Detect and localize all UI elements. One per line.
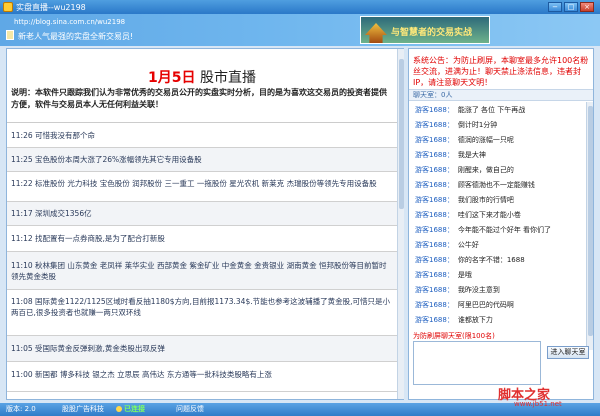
chat-message: 游客1688： 公牛好	[415, 239, 479, 251]
notice-label: 系统公告：	[413, 56, 453, 65]
chat-user[interactable]: 游客1688：	[415, 211, 454, 219]
chat-text: 是哦	[457, 271, 472, 279]
chat-text: 德润的涨幅一只呢	[457, 136, 514, 144]
live-broadcast-panel: 1月5日 股市直播 说明：本软件只跟踪我们认为非常优秀的交易员公开的实盘实时分析…	[6, 48, 404, 400]
chat-message: 游客1688： 谁都放下力	[415, 314, 493, 326]
banner-slogan: 新老人气最强的实盘全新交易员!	[18, 32, 134, 41]
chat-text: 公牛好	[457, 241, 479, 249]
chat-user[interactable]: 游客1688：	[415, 166, 454, 174]
connection-status: 已连接	[116, 403, 145, 416]
chat-message: 游客1688： 能涨了 各位 下午再战	[415, 104, 525, 116]
chat-message: 游客1688： 我昨没主意到	[415, 284, 500, 296]
close-button[interactable]: ×	[580, 2, 594, 12]
chat-message: 游客1688： 阿里巴巴的代码啊	[415, 299, 514, 311]
feed-scrollbar[interactable]	[397, 49, 404, 399]
chat-user[interactable]: 游客1688：	[415, 151, 454, 159]
chat-message: 游客1688： 顾客德渤也不一定能赚钱	[415, 179, 535, 191]
list-item: 11:10 秋林集团 山东黄金 老凤祥 莱华实业 西部黄金 紫金矿业 中金黄金 …	[7, 252, 397, 290]
online-text: 已连接	[124, 405, 145, 413]
chat-message: 游客1688： 哇们这下来才能小卷	[415, 209, 521, 221]
chat-text: 我们股市的行情吧	[457, 196, 514, 204]
enter-chat-button[interactable]: 进入聊天室	[547, 346, 589, 359]
avatar	[6, 30, 14, 40]
window-title: 实盘直播--wu2198	[16, 3, 86, 12]
chat-user[interactable]: 游客1688：	[415, 256, 454, 264]
chat-user[interactable]: 游客1688：	[415, 136, 454, 144]
chat-user[interactable]: 游客1688：	[415, 121, 454, 129]
app-icon	[3, 2, 13, 12]
chat-message: 游客1688： 我们股市的行情吧	[415, 194, 514, 206]
chat-text: 今年能不能过个好年 看你们了	[457, 226, 552, 234]
list-item: 11:00 新国都 博多科技 银之杰 立思辰 高伟达 东方通等一批科技类股略有上…	[7, 362, 397, 392]
broadcast-name: 股市直播	[199, 70, 256, 86]
chat-input[interactable]	[413, 341, 541, 385]
chat-message: 游客1688： 刚醒来，做自己的	[415, 164, 514, 176]
system-notice: 系统公告：为防止刷屏，本聊室最多允许100名粉丝交流，进满为止！聊天禁止涤法信息…	[413, 55, 591, 88]
chat-message: 游客1688： 倒计时1分钟	[415, 119, 497, 131]
chat-text: 刚醒来，做自己的	[457, 166, 514, 174]
pagoda-icon	[365, 23, 387, 43]
header-banner: http://blog.sina.com.cn/wu2198 新老人气最强的实盘…	[0, 14, 600, 46]
chat-message-list[interactable]: 游客1688： 能涨了 各位 下午再战 游客1688： 倒计时1分钟 游客1688：…	[409, 102, 585, 352]
sponsor-link[interactable]: 股股广告科技	[62, 403, 104, 416]
chat-scrollbar[interactable]	[586, 102, 593, 350]
promo-text: 与智慧者的交易实战	[391, 28, 473, 38]
chat-message: 游客1688： 我是大神	[415, 149, 486, 161]
chat-panel: 系统公告：为防止刷屏，本聊室最多允许100名粉丝交流，进满为止！聊天禁止涤法信息…	[408, 48, 594, 400]
version-text: 版本: 2.0	[6, 405, 36, 413]
list-item: 11:05 受国际黄金反弹刺激,黄金类股出现反弹	[7, 336, 397, 362]
chat-user[interactable]: 游客1688：	[415, 316, 454, 324]
minimize-button[interactable]: −	[548, 2, 562, 12]
scrollbar-thumb[interactable]	[588, 106, 593, 336]
chat-user[interactable]: 游客1688：	[415, 241, 454, 249]
chat-text: 你的名字不错：1688	[457, 256, 525, 264]
list-item: 11:22 标准股份 光力科技 宝色股份 润邦股份 三一重工 一拖股份 星光农机…	[7, 172, 397, 202]
chat-message: 游客1688： 你的名字不错：1688	[415, 254, 525, 266]
chat-text: 哇们这下来才能小卷	[457, 211, 521, 219]
promo-banner[interactable]: 与智慧者的交易实战	[360, 16, 490, 44]
chat-user[interactable]: 游客1688：	[415, 301, 454, 309]
chat-text: 谁都放下力	[457, 316, 493, 324]
list-item: 11:12 找配置有一点券商股,是为了配合打新股	[7, 226, 397, 252]
title-bar: 实盘直播--wu2198 − □ ×	[0, 0, 600, 14]
list-item: 11:25 宝色股份本周大涨了26%涨幅领先其它专用设备股	[7, 148, 397, 172]
list-item: 11:26 可惜我没有那个命	[7, 124, 397, 148]
watermark-url: www.jb51.net	[514, 400, 562, 408]
chat-text: 倒计时1分钟	[457, 121, 498, 129]
broadcast-date: 1月5日	[148, 70, 196, 86]
chat-text: 阿里巴巴的代码啊	[457, 301, 514, 309]
page-title: 1月5日 股市直播	[7, 67, 397, 87]
blog-url[interactable]: http://blog.sina.com.cn/wu2198	[14, 18, 125, 26]
disclaimer-text: 说明：本软件只跟踪我们认为非常优秀的交易员公开的实盘实时分析，目的是为喜欢这交易…	[11, 88, 387, 109]
maximize-button[interactable]: □	[564, 2, 578, 12]
status-dot-icon	[116, 406, 122, 412]
chat-input-label: 为防刷屏聊天室(限100名)	[413, 332, 495, 340]
chat-message: 游客1688： 今年能不能过个好年 看你们了	[415, 224, 551, 236]
chat-user[interactable]: 游客1688：	[415, 106, 454, 114]
chat-user[interactable]: 游客1688：	[415, 196, 454, 204]
chat-text: 顾客德渤也不一定能赚钱	[457, 181, 535, 189]
list-item: 11:08 国际黄金1122/1125区域时看反抽1180$方向,目前报1173…	[7, 290, 397, 336]
broadcast-header: 1月5日 股市直播 说明：本软件只跟踪我们认为非常优秀的交易员公开的实盘实时分析…	[7, 49, 397, 123]
chat-room-header: 聊天室：0人	[409, 89, 593, 101]
chat-user[interactable]: 游客1688：	[415, 286, 454, 294]
scrollbar-thumb[interactable]	[399, 59, 404, 209]
chat-text: 我昨没主意到	[457, 286, 500, 294]
broadcast-feed[interactable]: 11:26 可惜我没有那个命 11:25 宝色股份本周大涨了26%涨幅领先其它专…	[7, 124, 397, 399]
chat-text: 我是大神	[457, 151, 486, 159]
chat-user[interactable]: 游客1688：	[415, 181, 454, 189]
chat-text: 能涨了 各位 下午再战	[457, 106, 526, 114]
chat-user[interactable]: 游客1688：	[415, 226, 454, 234]
chat-user[interactable]: 游客1688：	[415, 271, 454, 279]
chat-message: 游客1688： 是哦	[415, 269, 472, 281]
feedback-link[interactable]: 问题反馈	[176, 403, 204, 416]
list-item: 11:17 深圳成交1356亿	[7, 202, 397, 226]
chat-message: 游客1688： 德润的涨幅一只呢	[415, 134, 514, 146]
status-bar: 版本: 2.0 股股广告科技 已连接 问题反馈	[0, 403, 600, 416]
